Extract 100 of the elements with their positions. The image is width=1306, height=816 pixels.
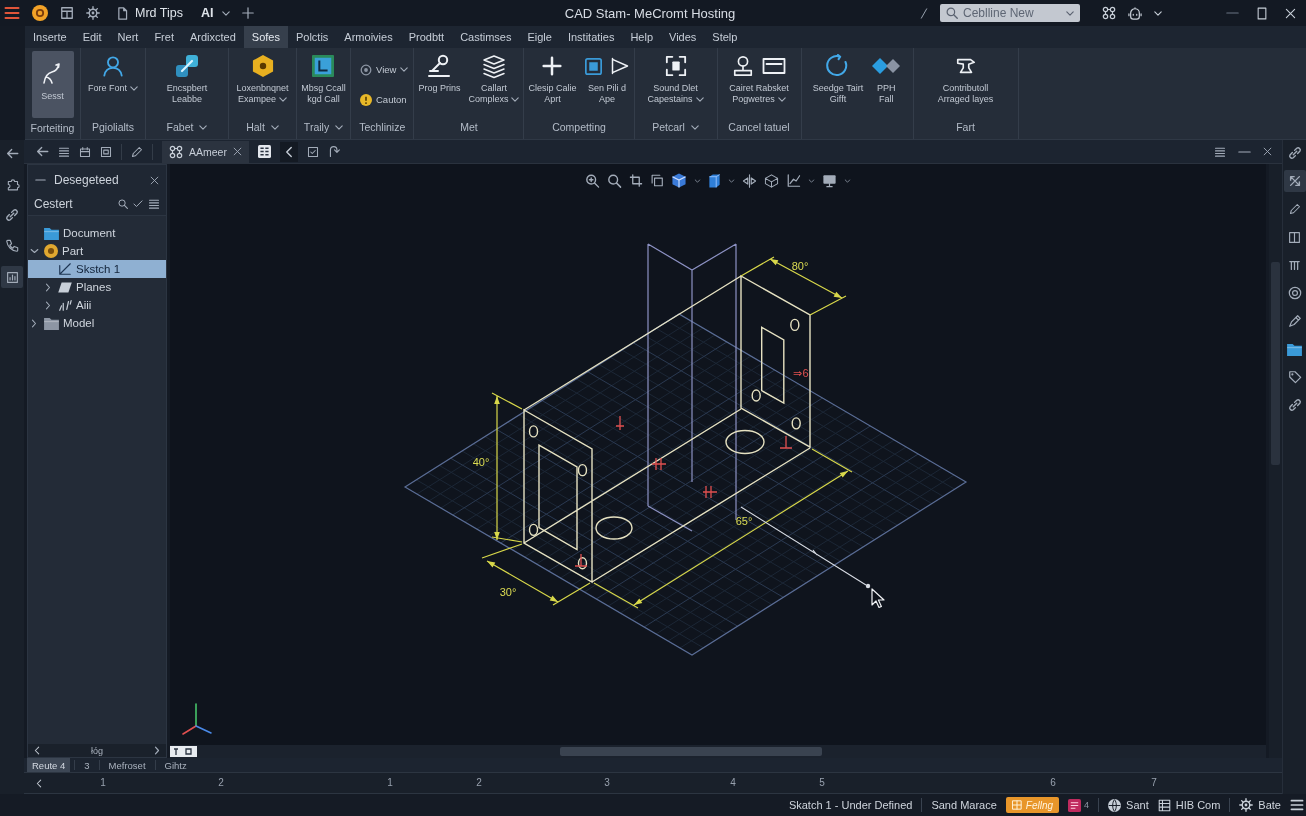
menu-item[interactable]: Armoivies [336, 26, 401, 48]
chevron-right-icon[interactable] [45, 300, 51, 310]
ribbon-button[interactable]: PPH Fall [870, 51, 903, 107]
ribbon-button[interactable]: Cairet Rabsket Pogwetres [728, 51, 790, 107]
menu-item[interactable]: Help [622, 26, 662, 48]
chevron-right-icon[interactable] [31, 318, 37, 328]
plus-icon[interactable] [242, 7, 255, 19]
ribbon-button[interactable]: Cauton [358, 92, 409, 107]
menu-item[interactable]: Ardixcted [181, 26, 244, 48]
back-icon[interactable] [36, 145, 49, 158]
ribbon-button[interactable]: Seedge Tairt Gifft [811, 51, 865, 107]
menu-item[interactable]: Edit [74, 26, 110, 48]
tree-item[interactable]: Skstch 1 [28, 260, 166, 278]
ribbon-button[interactable]: Clesip Calie Aprt [527, 51, 578, 107]
tree-item[interactable]: Part [28, 242, 166, 260]
zoom-in-icon[interactable] [585, 173, 600, 188]
caret-icon[interactable] [130, 86, 138, 92]
mode-dropdown[interactable]: AI [200, 6, 231, 20]
minimize-icon[interactable] [1238, 150, 1251, 153]
chevron-down-icon[interactable] [29, 248, 39, 254]
caret-icon[interactable] [270, 124, 279, 130]
close-icon[interactable] [150, 175, 159, 185]
ribbon-button[interactable]: Callart Complexs [467, 51, 521, 107]
chevron-left-icon[interactable] [34, 746, 40, 755]
ribbon-button[interactable]: Sound Dlet Capestains [646, 51, 705, 107]
wireframe-cube-icon[interactable] [764, 173, 779, 188]
pencil-icon[interactable] [131, 145, 143, 158]
caret-icon[interactable] [695, 97, 704, 103]
maximize-icon[interactable] [1257, 6, 1267, 20]
ribbon-button[interactable]: Mbsg Ccall kgd Call [300, 51, 347, 107]
list-icon[interactable] [148, 198, 160, 210]
caret-icon[interactable] [511, 97, 520, 103]
menu-item[interactable]: Eigle [519, 26, 560, 48]
document-tab[interactable]: AAmeer [162, 140, 249, 163]
horizontal-scrollbar[interactable] [170, 745, 1266, 758]
close-icon[interactable] [1263, 147, 1272, 156]
search-field[interactable]: Ceblline New [940, 4, 1080, 22]
ribbon-button[interactable]: Contributoll Arraged layes [936, 51, 995, 107]
menu-item[interactable]: Fret [146, 26, 182, 48]
copy-icon[interactable] [650, 174, 664, 187]
tree-item[interactable]: Planes [28, 278, 166, 296]
chevron-left-icon[interactable] [36, 778, 42, 788]
sheet-tab[interactable]: Mefroset [103, 758, 151, 772]
zoom-icon[interactable] [607, 173, 622, 188]
menu-item[interactable]: Castimses [452, 26, 520, 48]
toolbar-button[interactable] [1, 266, 23, 288]
list-icon[interactable] [58, 145, 70, 158]
close-icon[interactable] [1285, 7, 1296, 19]
crop-icon[interactable] [629, 174, 643, 187]
chevron-right-icon[interactable] [154, 746, 160, 755]
menu-item[interactable]: Nert [109, 26, 147, 48]
menu-item[interactable]: Vides [661, 26, 705, 48]
status-counter[interactable]: 4 [1068, 798, 1090, 812]
tree-item[interactable]: Aiii [28, 296, 166, 314]
chevron-left-icon[interactable] [284, 145, 293, 158]
ribbon-button[interactable]: Sen Pili d Ape [583, 51, 631, 107]
menu-icon[interactable] [4, 6, 20, 20]
ribbon-button[interactable]: Sesst [31, 51, 74, 118]
return-icon[interactable] [327, 145, 341, 158]
cube-icon[interactable] [671, 173, 687, 188]
list-icon[interactable] [1214, 145, 1226, 158]
document-tab[interactable]: Mrd Tips [116, 6, 183, 20]
slash-icon[interactable] [920, 7, 928, 19]
ribbon-button[interactable]: View [358, 62, 411, 77]
sheet-tab-icon[interactable] [170, 746, 197, 757]
menu-item[interactable]: Prodbtt [400, 26, 453, 48]
chart-icon[interactable] [786, 173, 801, 188]
caret-icon[interactable] [335, 124, 344, 130]
mirror-icon[interactable] [742, 173, 757, 188]
search-input[interactable]: Ceblline New [963, 6, 1061, 20]
menu-item[interactable]: Institaties [559, 26, 623, 48]
check-icon[interactable] [133, 200, 143, 208]
menu-item[interactable]: Inserte [25, 26, 75, 48]
tree-item[interactable]: Model [28, 314, 166, 332]
window-icon[interactable] [60, 6, 74, 20]
menu-item[interactable]: Polctis [287, 26, 337, 48]
search-icon[interactable] [118, 199, 128, 209]
close-icon[interactable] [232, 147, 242, 156]
caret-icon[interactable] [777, 97, 786, 103]
ribbon-button[interactable]: Prog Prins [417, 51, 462, 96]
calendar-icon[interactable] [79, 145, 91, 158]
menu-icon[interactable] [1290, 799, 1304, 811]
block-icon[interactable] [708, 173, 721, 188]
frame-icon[interactable] [100, 145, 112, 158]
caret-icon[interactable] [400, 67, 409, 72]
ribbon-button[interactable]: Fore Font [87, 51, 139, 96]
menu-item[interactable]: Sofes [243, 26, 288, 48]
chevron-right-icon[interactable] [45, 282, 51, 292]
nodes-icon[interactable] [1102, 6, 1116, 20]
vertical-scrollbar[interactable] [1269, 164, 1282, 758]
checkbox-icon[interactable] [306, 145, 319, 158]
ribbon-button[interactable]: Loxenbnqnet Exampee [235, 51, 290, 107]
status-item[interactable]: Sant [1108, 798, 1149, 812]
menu-item[interactable]: Stelp [704, 26, 746, 48]
tree-item[interactable]: Document [28, 224, 166, 242]
sheet-tab[interactable]: Reute 4 [27, 758, 71, 772]
ribbon-button[interactable]: Encspbert Leabbe [165, 51, 209, 107]
grid-icon[interactable] [257, 145, 271, 158]
caret-icon[interactable] [199, 124, 208, 130]
robot-icon[interactable] [1128, 6, 1142, 20]
